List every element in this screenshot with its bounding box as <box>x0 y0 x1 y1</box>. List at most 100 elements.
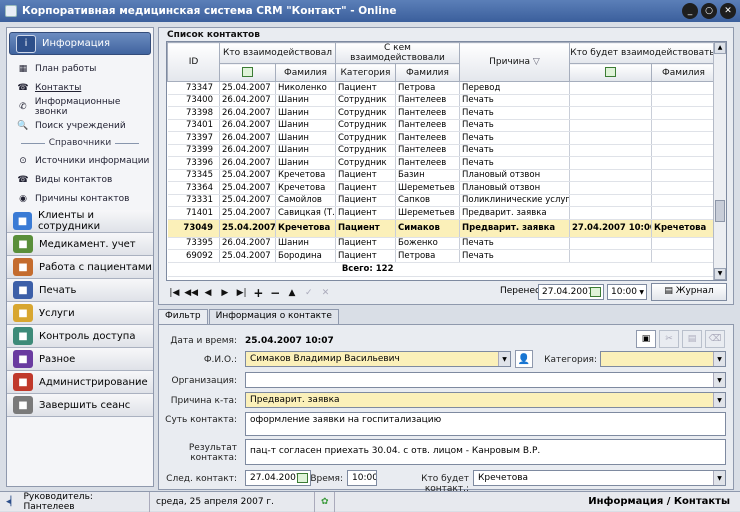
col-category[interactable]: Категория <box>335 63 396 82</box>
prev-record-button[interactable]: ◀ <box>200 285 217 302</box>
sidebar-item[interactable]: ☎ Контакты <box>7 78 153 97</box>
last-record-button[interactable]: ▶| <box>233 285 250 302</box>
table-row[interactable]: 73049 25.04.2007 Кречетова Пациент Симаков Пр… <box>167 219 716 238</box>
col-next-date[interactable] <box>569 63 652 82</box>
grid-scrollbar[interactable]: ▲ ▼ <box>713 42 726 280</box>
minimize-icon[interactable]: _ <box>682 3 698 19</box>
table-cell <box>569 131 652 145</box>
col-with-surname[interactable]: Фамилия <box>395 63 460 82</box>
table-cell <box>651 94 716 107</box>
sidebar-group[interactable]: ■ Работа с пациентами <box>7 256 153 279</box>
table-row[interactable]: 73398 26.04.2007 Шанин Сотрудник Пантелеев Пе… <box>167 106 716 120</box>
table-cell: Бородина <box>275 249 336 263</box>
table-row[interactable]: 73395 26.04.2007 Шанин Пациент Боженко Печать <box>167 237 716 250</box>
contacts-grid[interactable]: ID Кто взаимодействовал С кем взаимодейс… <box>166 41 727 281</box>
table-row[interactable]: 73364 25.04.2007 Кречетова Пациент Шереметье… <box>167 181 716 195</box>
sidebar-item[interactable]: ⊙ Источники информации <box>7 151 153 170</box>
post-record-button[interactable]: ✓ <box>300 285 317 302</box>
sidebar-item[interactable]: 🔍 Поиск учреждений <box>7 116 153 135</box>
copy-icon[interactable]: ▣ <box>636 330 656 348</box>
table-cell: Кречетова <box>651 219 716 238</box>
table-row[interactable]: 69092 25.04.2007 Бородина Пациент Петрова Печ… <box>167 249 716 263</box>
calendar-icon <box>297 473 308 483</box>
cut-icon[interactable]: ✂ <box>659 330 679 348</box>
table-row[interactable]: 73396 26.04.2007 Шанин Сотрудник Пантелеев Пе… <box>167 156 716 170</box>
table-cell <box>651 119 716 132</box>
table-row[interactable]: 73400 26.04.2007 Шанин Сотрудник Пантелеев Пе… <box>167 94 716 107</box>
col-next[interactable]: Кто будет взаимодействовать <box>569 42 716 64</box>
who-next-select[interactable]: Кречетова ▼ <box>473 470 726 486</box>
table-row[interactable]: 73331 25.04.2007 Самойлов Пациент Сапков Поли… <box>167 194 716 207</box>
sidebar-item[interactable]: ✆ Информационные звонки <box>7 97 153 117</box>
delete-record-button[interactable]: − <box>267 285 284 302</box>
sidebar-group[interactable]: ■ Администрирование <box>7 371 153 394</box>
move-date-input[interactable]: 27.04.2007 <box>538 284 604 300</box>
sidebar-group[interactable]: ■ Разное <box>7 348 153 371</box>
sidebar-group[interactable]: ■ Завершить сеанс <box>7 394 153 417</box>
reason-select[interactable]: Предварит. заявка ▼ <box>245 392 726 408</box>
prev-page-button[interactable]: ◀◀ <box>183 285 200 302</box>
col-date[interactable] <box>219 63 276 82</box>
next-record-button[interactable]: ▶ <box>216 285 233 302</box>
table-row[interactable]: 73397 26.04.2007 Шанин Сотрудник Пантелеев Пе… <box>167 131 716 145</box>
sidebar-item[interactable]: ◉ Причины контактов <box>7 189 153 208</box>
tab-filter[interactable]: Фильтр <box>158 309 208 324</box>
sidebar-group-info[interactable]: i Информация <box>9 32 151 55</box>
mouse-icon: ⊙ <box>19 155 27 166</box>
table-cell: Пантелеев <box>395 94 460 107</box>
next-date-input[interactable]: 27.04.2007 <box>245 470 311 486</box>
tab-contact-info[interactable]: Информация о контакте <box>208 309 339 324</box>
close-icon[interactable]: ✕ <box>720 3 736 19</box>
cancel-record-button[interactable]: ✕ <box>317 285 334 302</box>
sidebar-group[interactable]: ■ Печать <box>7 279 153 302</box>
col-who[interactable]: Кто взаимодействовал <box>219 42 336 64</box>
chevron-down-icon: ▼ <box>639 289 644 296</box>
table-row[interactable]: 73399 26.04.2007 Шанин Сотрудник Пантелеев Пе… <box>167 144 716 157</box>
table-cell: Боженко <box>395 237 460 250</box>
col-next-surname[interactable]: Фамилия <box>651 63 716 82</box>
table-row[interactable]: 73401 26.04.2007 Шанин Сотрудник Пантелеев Пе… <box>167 119 716 132</box>
table-row[interactable]: 73347 25.04.2007 Николенко Пациент Петрова Пе… <box>167 81 716 95</box>
sidebar-item[interactable]: ☎ Виды контактов <box>7 170 153 189</box>
add-record-button[interactable]: + <box>250 285 267 302</box>
table-cell: Николенко <box>275 81 336 95</box>
chevron-down-icon: ▼ <box>713 373 725 387</box>
clear-icon[interactable]: ⌫ <box>705 330 725 348</box>
col-with[interactable]: С кем взаимодействовали <box>335 42 460 64</box>
sidebar-group[interactable]: ■ Услуги <box>7 302 153 325</box>
group-icon: ■ <box>13 373 33 391</box>
group-icon: ■ <box>13 327 33 345</box>
maximize-icon[interactable]: ○ <box>701 3 717 19</box>
col-reason[interactable]: Причина ▽ <box>459 42 570 82</box>
sidebar-group[interactable]: ■ Контроль доступа <box>7 325 153 348</box>
category-select[interactable]: ▼ <box>600 351 726 367</box>
essence-textarea[interactable]: оформление заявки на госпитализацию <box>245 412 726 436</box>
paste-icon[interactable]: ▤ <box>682 330 702 348</box>
table-cell: Петрова <box>395 81 460 95</box>
move-time-select[interactable]: 10:00 ▼ <box>607 284 647 300</box>
sidebar-item[interactable]: ▦ План работы <box>7 59 153 78</box>
table-cell: 25.04.2007 <box>219 206 276 220</box>
next-time-input[interactable]: 10:00 <box>347 470 377 486</box>
col-id[interactable]: ID <box>167 42 220 82</box>
total-row: Всего: 122 <box>167 262 716 277</box>
col-who-surname[interactable]: Фамилия <box>275 63 336 82</box>
table-row[interactable]: 71401 25.04.2007 Савицкая (Т.) Пациент Шерем… <box>167 206 716 220</box>
person-card-icon[interactable]: 👤 <box>515 350 533 368</box>
first-record-button[interactable]: |◀ <box>166 285 183 302</box>
sidebar-group[interactable]: ■ Медикамент. учет <box>7 233 153 256</box>
organization-select[interactable]: ▼ <box>245 372 726 388</box>
edit-record-button[interactable]: ▲ <box>284 285 301 302</box>
status-bar: ◂▏ Руководитель: Пантелеев среда, 25 апре… <box>0 491 740 512</box>
table-row[interactable]: 73345 25.04.2007 Кречетова Пациент Базин План… <box>167 169 716 182</box>
journal-button[interactable]: ▤ Журнал <box>651 283 727 301</box>
table-cell <box>651 194 716 207</box>
table-cell: Печать <box>459 131 570 145</box>
table-cell: Савицкая (Т.) <box>275 206 336 220</box>
scroll-thumb[interactable] <box>715 200 725 222</box>
table-cell <box>651 169 716 182</box>
fio-select[interactable]: Симаков Владимир Васильевич ▼ <box>245 351 511 367</box>
sidebar-group[interactable]: ■ Клиенты и сотрудники <box>7 210 153 233</box>
result-textarea[interactable]: пац-т согласен приехать 30.04. с отв. ли… <box>245 439 726 465</box>
table-cell <box>651 156 716 170</box>
